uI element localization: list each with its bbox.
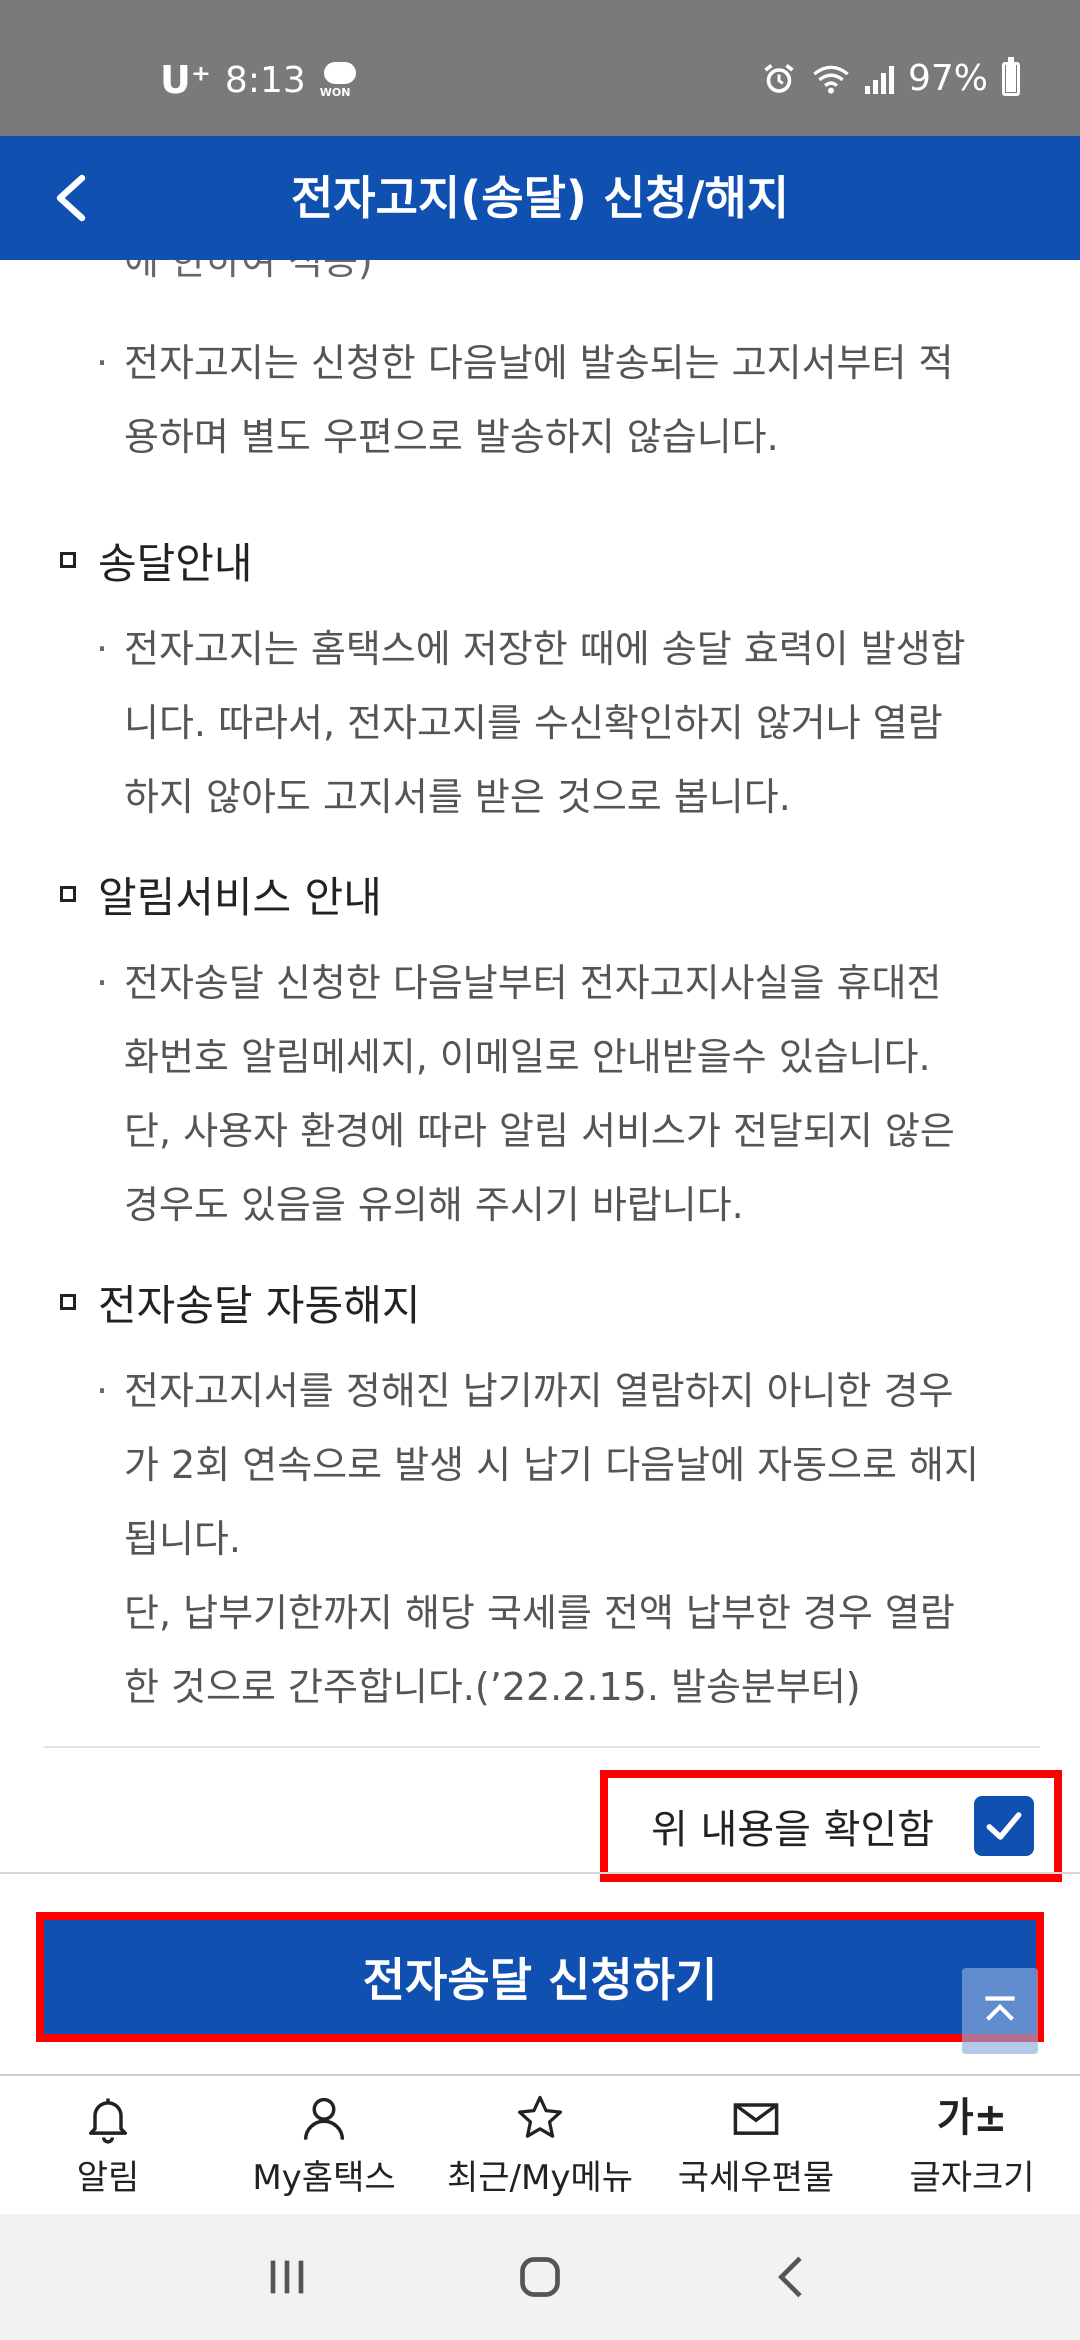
user-icon xyxy=(303,2097,345,2140)
font-size-icon: 가± xyxy=(936,2094,1008,2141)
battery-percent: 97% xyxy=(907,58,988,99)
bell-icon xyxy=(88,2098,128,2144)
system-nav-bar xyxy=(0,2214,1080,2340)
status-bar: U⁺ 8:13 WON 97% xyxy=(0,0,1080,136)
section-auto-cancel: 전자송달 자동해지 · 전자고지서를 정해진 납기까지 열람하지 아니한 경우 … xyxy=(60,1272,1050,1724)
list-item: · 전자고지는 신청한 다음날에 발송되는 고지서부터 적 용하며 별도 우편으… xyxy=(96,341,954,459)
recent-apps-icon[interactable] xyxy=(259,2249,315,2305)
list-item: · 전자고지는 홈택스에 저장한 때에 송달 효력이 발생합 니다. 따라서, … xyxy=(96,627,966,819)
alarm-icon xyxy=(764,63,794,93)
arrow-up-icon xyxy=(985,1996,1015,2021)
section-alert-service: 알림서비스 안내 · 전자송달 신청한 다음날부터 전자고지사실을 휴대전 화번… xyxy=(60,864,1050,1242)
content-scroll[interactable]: 에 한하여 적용) · 전자고지는 신청한 다음날에 발송되는 고지서부터 적 … xyxy=(0,260,1080,1880)
star-icon xyxy=(518,2095,562,2138)
square-bullet-icon xyxy=(60,1294,76,1310)
nav-item-tax-mail[interactable]: 국세우편물 xyxy=(648,2076,864,2214)
scroll-to-top-button[interactable] xyxy=(962,1968,1038,2054)
won-label: WON xyxy=(319,86,351,99)
section-title: 송달안내 xyxy=(60,530,1050,590)
mail-icon xyxy=(733,2102,779,2135)
checkmark-icon xyxy=(986,1812,1022,1840)
home-icon[interactable] xyxy=(512,2249,568,2305)
content-divider xyxy=(44,1746,1040,1748)
intro-bullet-block: · 전자고지는 신청한 다음날에 발송되는 고지서부터 적 용하며 별도 우편으… xyxy=(60,326,1050,474)
status-right: 97% xyxy=(761,56,1020,99)
battery-icon xyxy=(1002,56,1020,96)
won-icon: WON xyxy=(320,60,360,100)
signal-icon xyxy=(864,64,894,94)
back-nav-icon[interactable] xyxy=(765,2249,821,2305)
chevron-left-icon xyxy=(56,174,86,222)
page-title: 전자고지(송달) 신청/해지 xyxy=(290,171,790,225)
app-header: 전자고지(송달) 신청/해지 xyxy=(0,136,1080,260)
apply-e-delivery-button[interactable]: 전자송달 신청하기 xyxy=(36,1912,1044,2042)
carrier-label: U⁺ xyxy=(160,58,211,102)
nav-item-recent-menu[interactable]: 최근/My메뉴 xyxy=(432,2076,648,2214)
list-item: · 전자고지서를 정해진 납기까지 열람하지 아니한 경우 가 2회 연속으로 … xyxy=(96,1369,979,1709)
footer-divider xyxy=(0,1872,1080,1874)
nav-item-alerts[interactable]: 알림 xyxy=(0,2076,216,2214)
confirm-checkbox[interactable] xyxy=(974,1796,1034,1856)
section-delivery-guide: 송달안내 · 전자고지는 홈택스에 저장한 때에 송달 효력이 발생합 니다. … xyxy=(60,530,1050,834)
confirm-checkbox-row[interactable]: 위 내용을 확인함 xyxy=(600,1770,1062,1882)
section-title: 전자송달 자동해지 xyxy=(60,1272,1050,1332)
section-title: 알림서비스 안내 xyxy=(60,864,1050,924)
square-bullet-icon xyxy=(60,886,76,902)
wifi-icon xyxy=(813,65,849,94)
bottom-nav: 알림 My홈택스 최근/My메뉴 국세우편물 가± 글자크기 xyxy=(0,2074,1080,2214)
nav-item-font-size[interactable]: 가± 글자크기 xyxy=(864,2076,1080,2214)
list-item: · 전자송달 신청한 다음날부터 전자고지사실을 휴대전 화번호 알림메세지, … xyxy=(96,961,955,1227)
battery-fill xyxy=(1006,64,1016,92)
confirm-label: 위 내용을 확인함 xyxy=(650,1807,934,1853)
nav-item-my-hometax[interactable]: My홈택스 xyxy=(216,2076,432,2214)
status-left: U⁺ 8:13 WON xyxy=(160,58,360,102)
partial-text-line: 에 한하여 적용) xyxy=(124,260,373,283)
back-button[interactable] xyxy=(40,166,104,230)
clock: 8:13 xyxy=(224,59,306,101)
square-bullet-icon xyxy=(60,552,76,568)
